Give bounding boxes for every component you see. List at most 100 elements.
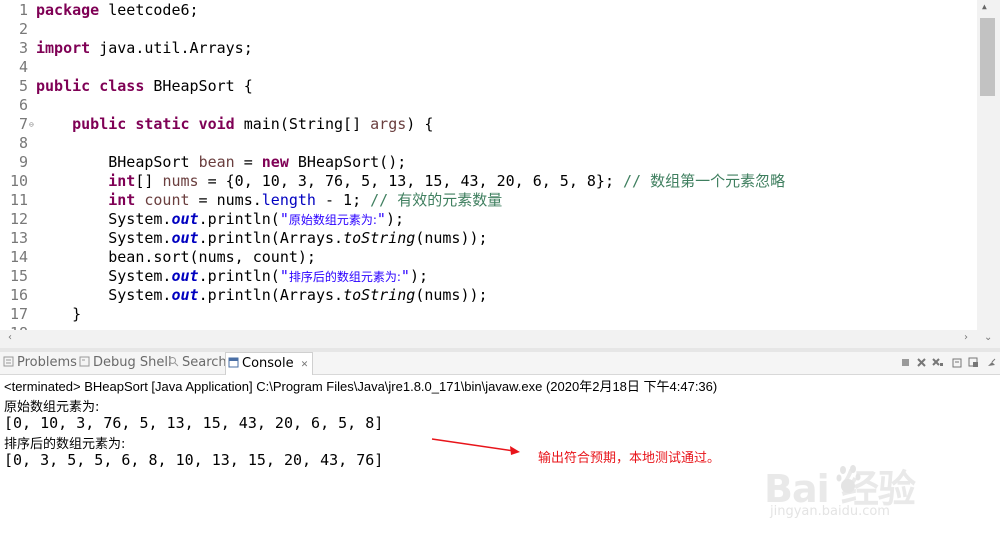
tab-label: Search <box>182 355 227 370</box>
quote: " <box>400 267 410 285</box>
scroll-down-icon[interactable]: ⌄ <box>984 332 992 343</box>
line-number: 16 <box>9 286 28 304</box>
remove-launch-icon[interactable] <box>916 357 927 368</box>
debug-shell-icon <box>79 356 90 367</box>
code-line: public static void main(String[] args) { <box>36 115 433 134</box>
console-output-line: [0, 10, 3, 76, 5, 13, 15, 43, 20, 6, 5, … <box>4 414 384 432</box>
tab-console[interactable]: Console ✕ <box>225 352 314 375</box>
code-line: System.out.println(Arrays.toString(nums)… <box>36 286 488 305</box>
keyword: class <box>99 77 145 95</box>
code-line: bean.sort(nums, count); <box>36 248 316 267</box>
problems-icon <box>3 356 14 367</box>
code-text: leetcode6; <box>99 1 199 19</box>
console-output-line: 原始数组元素为: <box>4 400 100 415</box>
code-line: System.out.println(Arrays.toString(nums)… <box>36 229 488 248</box>
comment-text: 数组第一个元素忽略 <box>650 172 786 190</box>
line-number: 2 <box>18 20 28 38</box>
terminate-icon[interactable] <box>900 357 911 368</box>
code-line: System.out.println("排序后的数组元素为:"); <box>36 267 428 286</box>
tab-label: Console <box>242 356 294 371</box>
remove-all-icon[interactable] <box>932 357 943 368</box>
code-text: main(String[] <box>234 115 371 133</box>
code-text: bean.sort(nums, count); <box>108 248 316 266</box>
variable: nums <box>162 172 199 190</box>
line-number: 8 <box>18 134 28 152</box>
scroll-right-icon[interactable]: › <box>964 332 968 343</box>
code-line: package leetcode6; <box>36 1 199 20</box>
code-text: ) { <box>406 115 434 133</box>
paw-icon <box>836 465 861 493</box>
code-text: = {0, 10, 3, 76, 5, 13, 15, 43, 20, 6, 5… <box>198 172 624 190</box>
quote: " <box>279 267 289 285</box>
string-text: 排序后的数组元素为: <box>288 270 401 284</box>
keyword: import <box>36 39 91 57</box>
keyword: package <box>36 1 100 19</box>
comment-prefix: // <box>623 172 651 190</box>
vertical-scrollbar[interactable]: ▲ <box>977 0 1000 330</box>
comment-text: 有效的元素数量 <box>397 191 503 209</box>
pin-console-icon[interactable] <box>986 357 997 368</box>
fold-toggle-icon[interactable]: ⊖ <box>29 115 34 134</box>
scroll-up-icon[interactable]: ▲ <box>982 2 987 11</box>
code-text: (nums)); <box>415 229 488 247</box>
comment: // 数组第一个元素忽略 <box>623 172 785 190</box>
scroll-left-icon[interactable]: ‹ <box>8 332 12 343</box>
line-number: 14 <box>9 248 28 266</box>
line-number: 5 <box>18 77 28 95</box>
static-method: toString <box>343 229 416 247</box>
parameter: args <box>370 115 407 133</box>
static-method: toString <box>343 286 416 304</box>
code-line: int count = nums.length - 1; // 有效的元素数量 <box>36 191 502 210</box>
code-text: .println( <box>198 210 280 228</box>
keyword: new <box>261 153 289 171</box>
code-text: } <box>72 305 82 323</box>
line-number: 7 <box>18 115 28 133</box>
code-editor[interactable]: 1 2 3 4 5 6 7 ⊖ 8 9 10 11 12 13 14 15 16… <box>0 0 1000 345</box>
keyword: int <box>108 172 136 190</box>
line-number: 17 <box>9 305 28 323</box>
scroll-lock-icon[interactable] <box>968 357 979 368</box>
comment-prefix: // <box>370 191 398 209</box>
line-number: 6 <box>18 96 28 114</box>
code-text: BHeapSort(); <box>288 153 407 171</box>
clear-console-icon[interactable] <box>952 357 963 368</box>
code-text: java.util.Arrays; <box>90 39 253 57</box>
line-number: 11 <box>9 191 28 209</box>
line-number: 12 <box>9 210 28 228</box>
code-text: ); <box>385 210 405 228</box>
code-text: ); <box>409 267 429 285</box>
code-text: System. <box>108 229 172 247</box>
static-field: out <box>171 210 199 228</box>
string-text: 原始数组元素为: <box>288 213 377 227</box>
keyword: int <box>108 191 136 209</box>
keyword: public <box>72 115 127 133</box>
code-text: - 1; <box>315 191 371 209</box>
static-field: out <box>171 267 199 285</box>
code-line: int[] nums = {0, 10, 3, 76, 5, 13, 15, 4… <box>36 172 785 191</box>
scrollbar-thumb[interactable] <box>980 18 995 96</box>
line-number: 15 <box>9 267 28 285</box>
quote: " <box>376 210 386 228</box>
tab-label: Debug Shell <box>93 355 172 370</box>
code-text: .println(Arrays. <box>198 286 344 304</box>
watermark-url: jingyan.baidu.com <box>770 504 890 519</box>
horizontal-scrollbar[interactable]: ‹ › ⌄ <box>0 330 1000 348</box>
code-line: } <box>36 305 81 324</box>
search-icon <box>169 357 179 367</box>
code-text: .println(Arrays. <box>198 229 344 247</box>
static-field: out <box>171 286 199 304</box>
tab-problems[interactable]: Problems <box>3 352 77 374</box>
code-area[interactable]: package leetcode6; import java.util.Arra… <box>36 0 976 330</box>
tab-label: Problems <box>17 355 77 370</box>
tab-debug-shell[interactable]: Debug Shell <box>79 352 172 374</box>
code-text: (nums)); <box>415 286 488 304</box>
console-icon <box>228 357 239 368</box>
line-number: 1 <box>18 1 28 19</box>
tab-search[interactable]: Search <box>168 352 227 374</box>
close-icon[interactable]: ✕ <box>301 360 309 370</box>
line-number-gutter: 1 2 3 4 5 6 7 ⊖ 8 9 10 11 12 13 14 15 16… <box>0 0 36 342</box>
line-number: 9 <box>18 153 28 171</box>
string-literal: "原始数组元素为:" <box>280 210 386 228</box>
view-tab-bar: Problems Debug Shell Search Console ✕ <box>0 352 1000 375</box>
field: length <box>261 191 316 209</box>
